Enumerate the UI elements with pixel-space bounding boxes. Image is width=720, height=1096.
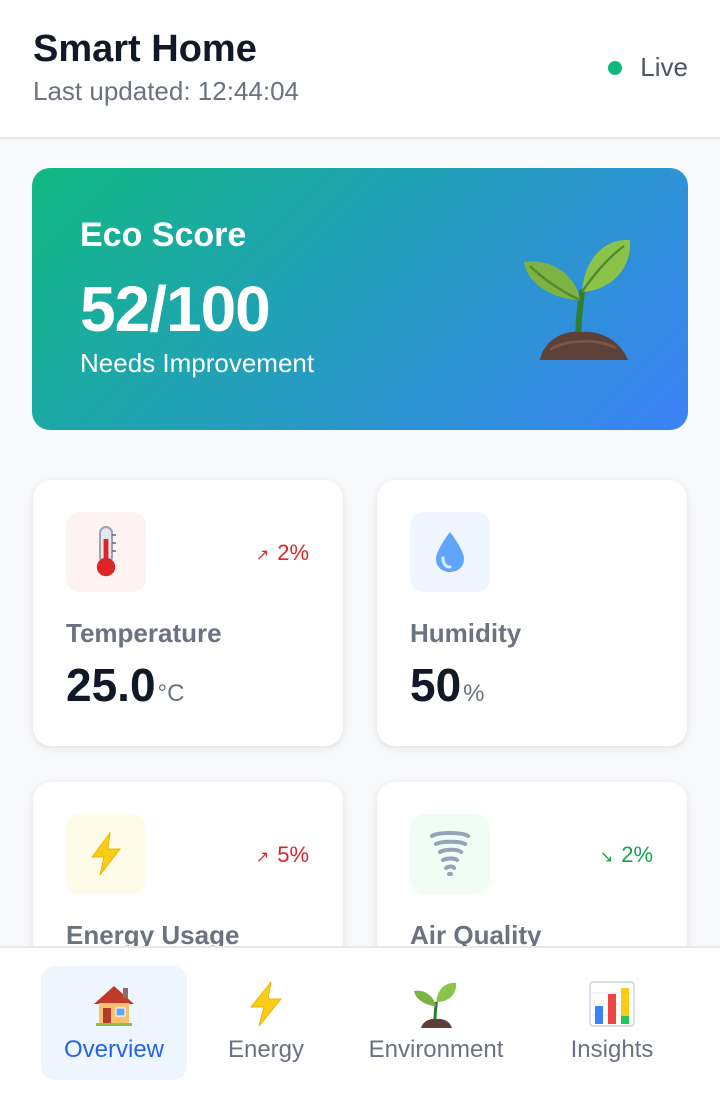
temperature-trend: ↗ 2% — [256, 540, 309, 566]
seedling-icon — [524, 239, 631, 360]
temperature-label: Temperature — [66, 618, 222, 648]
house-icon — [94, 986, 134, 1026]
live-label: Live — [640, 52, 688, 82]
nav-item-environment[interactable]: Environment — [355, 966, 517, 1080]
live-status: Live — [608, 52, 688, 83]
trend-up-icon: ↗ — [255, 547, 270, 564]
eco-score-card[interactable]: Eco Score 52/100 Needs Improvement — [32, 168, 688, 430]
bar-chart-icon — [589, 981, 635, 1027]
trend-up-icon: ↗ — [255, 849, 270, 866]
bottom-nav: Overview Energy Environment Insights — [0, 946, 720, 1096]
tornado-icon-tile — [410, 814, 490, 894]
nav-label-insights: Insights — [570, 1036, 654, 1063]
nav-label-overview: Overview — [63, 1036, 165, 1063]
lightning-icon — [91, 831, 122, 876]
humidity-unit: % — [463, 680, 485, 707]
air-quality-trend: ↘ 2% — [600, 842, 653, 868]
eco-score-status: Needs Improvement — [80, 348, 315, 378]
nav-item-insights[interactable]: Insights — [545, 966, 679, 1080]
live-dot-icon — [608, 60, 623, 75]
lightning-icon — [249, 981, 283, 1027]
temperature-value: 25.0°C — [66, 658, 184, 712]
eco-score-title: Eco Score — [80, 216, 247, 254]
temperature-trend-value: 2% — [277, 540, 309, 565]
humidity-card[interactable]: Humidity 50% — [377, 480, 687, 746]
energy-trend-value: 5% — [277, 842, 309, 867]
nav-item-overview[interactable]: Overview — [41, 966, 187, 1080]
energy-trend: ↗ 5% — [256, 842, 309, 868]
header: Smart Home Last updated: 12:44:04 Live — [0, 0, 720, 139]
seedling-icon — [414, 982, 457, 1028]
app-title: Smart Home — [33, 28, 257, 70]
droplet-icon — [436, 532, 464, 572]
humidity-number: 50 — [410, 659, 462, 711]
thermometer-icon-tile — [66, 512, 146, 592]
air-quality-trend-value: 2% — [621, 842, 653, 867]
temperature-number: 25.0 — [66, 659, 156, 711]
temperature-unit: °C — [157, 680, 185, 707]
temperature-card[interactable]: ↗ 2% Temperature 25.0°C — [33, 480, 343, 746]
trend-down-icon: ↘ — [599, 849, 614, 866]
lightning-icon-tile — [66, 814, 146, 894]
tornado-icon — [430, 831, 470, 876]
nav-label-environment: Environment — [368, 1036, 504, 1063]
thermometer-icon — [96, 526, 116, 577]
nav-item-energy[interactable]: Energy — [199, 966, 333, 1080]
last-updated: Last updated: 12:44:04 — [33, 76, 300, 106]
humidity-label: Humidity — [410, 618, 522, 648]
humidity-value: 50% — [410, 658, 485, 712]
droplet-icon-tile — [410, 512, 490, 592]
eco-score-value: 52/100 — [80, 273, 271, 345]
nav-label-energy: Energy — [227, 1036, 305, 1063]
